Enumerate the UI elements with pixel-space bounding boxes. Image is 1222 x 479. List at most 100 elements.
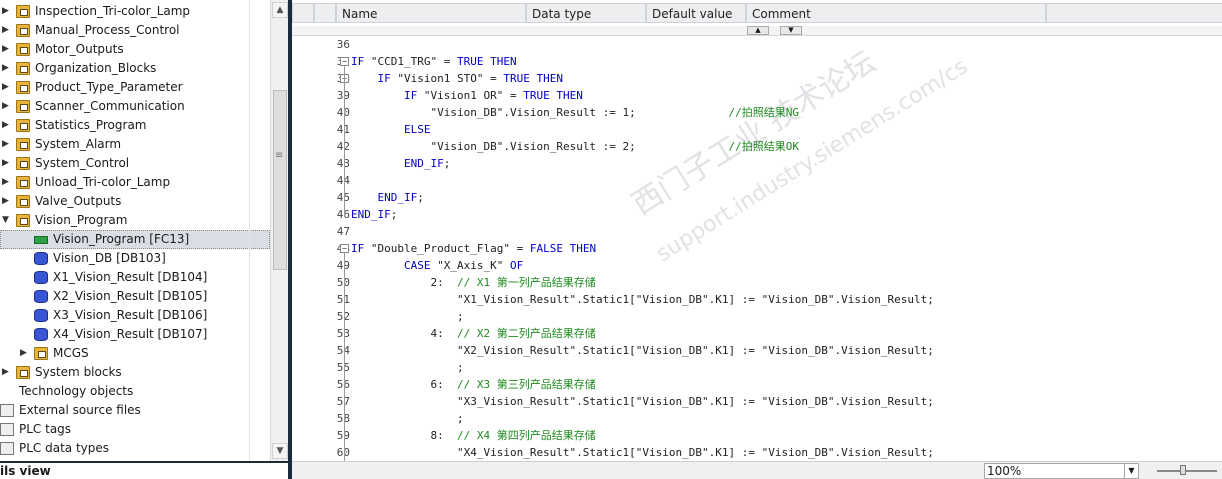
expand-toggle-icon[interactable]: ▶ (1, 40, 10, 59)
tree-item-label: Scanner_Communication (35, 99, 185, 113)
tree-item[interactable]: Vision_DB [DB103] (0, 249, 270, 268)
code-line[interactable]: ; (351, 308, 464, 325)
code-line[interactable]: 2: // X1 第一列产品结果存储 (351, 274, 595, 291)
expand-toggle-icon[interactable]: ▶ (1, 363, 10, 382)
tree-item[interactable]: ▶PLC tags (0, 420, 270, 439)
code-line[interactable]: IF "CCD1_TRG" = TRUE THEN (351, 53, 517, 70)
tree-item[interactable]: Technology objects (0, 382, 270, 401)
code-line[interactable]: END_IF; (351, 206, 397, 223)
folder-icon (16, 138, 30, 151)
tree-item[interactable]: ▶ Valve_Outputs (0, 192, 270, 211)
tree-item[interactable]: ▶ Scanner_Communication (0, 97, 270, 116)
code-line[interactable]: ; (351, 359, 464, 376)
expand-toggle-icon[interactable]: ▶ (1, 59, 10, 78)
code-line[interactable]: "X1_Vision_Result".Static1["Vision_DB".K… (351, 291, 934, 308)
column-comment[interactable]: Comment (746, 3, 1046, 23)
code-line[interactable]: ELSE (351, 121, 431, 138)
header-blank-cell (314, 3, 336, 23)
tree-item-label: Statistics_Program (35, 118, 147, 132)
zoom-select[interactable]: 100% ▼ (984, 463, 1139, 479)
tree-item[interactable]: X4_Vision_Result [DB107] (0, 325, 270, 344)
tree-item-label: X4_Vision_Result [DB107] (53, 327, 208, 341)
expand-toggle-icon[interactable]: ▶ (1, 192, 10, 211)
tree-item[interactable]: ▶ Inspection_Tri-color_Lamp (0, 2, 270, 21)
expand-toggle-icon[interactable]: ▶ (19, 344, 28, 363)
tree-item-label: External source files (19, 403, 141, 417)
data-block-icon (34, 290, 48, 303)
expand-toggle-icon[interactable]: ▶ (1, 135, 10, 154)
code-line[interactable]: 6: // X3 第三列产品结果存储 (351, 376, 595, 393)
code-line[interactable]: END_IF; (351, 189, 424, 206)
tree-item[interactable]: ▶ Unload_Tri-color_Lamp (0, 173, 270, 192)
code-line[interactable]: "X4_Vision_Result".Static1["Vision_DB".K… (351, 444, 934, 461)
tree-item-label: Valve_Outputs (35, 194, 122, 208)
expand-toggle-icon[interactable]: ▶ (1, 78, 10, 97)
project-tree: ▶ Inspection_Tri-color_Lamp ▶ Manual_Proces… (0, 0, 270, 461)
tree-item[interactable]: ▶ System_Alarm (0, 135, 270, 154)
code-line[interactable]: "X3_Vision_Result".Static1["Vision_DB".K… (351, 393, 934, 410)
code-line[interactable]: "Vision_DB".Vision_Result := 2; //拍照结果OK (351, 138, 799, 155)
zoom-slider-handle[interactable] (1180, 465, 1186, 475)
tree-item[interactable]: Vision_Program [FC13] (0, 230, 270, 249)
tree-item[interactable]: ▶ System_Control (0, 154, 270, 173)
tree-item[interactable]: X2_Vision_Result [DB105] (0, 287, 270, 306)
data-block-icon (34, 328, 48, 341)
tree-item[interactable]: ▶ MCGS (0, 344, 270, 363)
interface-splitter[interactable]: ▲ ▼ (292, 26, 1222, 36)
expand-toggle-icon[interactable]: ▶ (1, 97, 10, 116)
expand-toggle-icon[interactable]: ▼ (1, 211, 10, 230)
tree-item-label: Product_Type_Parameter (35, 80, 183, 94)
expand-down-icon[interactable]: ▼ (780, 26, 802, 35)
collapse-up-icon[interactable]: ▲ (747, 26, 769, 35)
line-number: 36 (336, 38, 350, 51)
scroll-up-icon[interactable]: ▲ (272, 2, 288, 18)
column-default-value[interactable]: Default value (646, 3, 746, 23)
expand-toggle-icon[interactable]: ▶ (1, 173, 10, 192)
tree-item-label: Unload_Tri-color_Lamp (35, 175, 171, 189)
tree-item-label: System_Alarm (35, 137, 122, 151)
tree-item-label: Organization_Blocks (35, 61, 157, 75)
column-name[interactable]: Name (336, 3, 526, 23)
tree-item[interactable]: ▶ Organization_Blocks (0, 59, 270, 78)
tree-item[interactable]: ▶ Statistics_Program (0, 116, 270, 135)
tree-item[interactable]: ▶ Product_Type_Parameter (0, 78, 270, 97)
tree-item-label: Technology objects (19, 384, 134, 398)
tree-item[interactable]: External source files (0, 401, 270, 420)
column-data-type[interactable]: Data type (526, 3, 646, 23)
code-line[interactable]: 8: // X4 第四列产品结果存储 (351, 427, 595, 444)
fold-toggle-icon[interactable]: − (340, 57, 349, 66)
scl-code-editor[interactable]: 3637383940414243444546474849505152535455… (292, 36, 1222, 461)
tree-item[interactable]: X1_Vision_Result [DB104] (0, 268, 270, 287)
expand-toggle-icon[interactable]: ▶ (1, 116, 10, 135)
scroll-thumb[interactable] (273, 90, 287, 270)
watermark-url: support.industry.siemens.com/cs (652, 54, 973, 268)
tree-item[interactable]: ▶ Manual_Process_Control (0, 21, 270, 40)
code-line[interactable]: END_IF; (351, 155, 450, 172)
code-line[interactable]: ; (351, 410, 464, 427)
header-blank-cell (292, 3, 314, 23)
chevron-down-icon[interactable]: ▼ (1124, 464, 1138, 478)
expand-toggle-icon[interactable]: ▶ (1, 2, 10, 21)
code-line[interactable]: "X2_Vision_Result".Static1["Vision_DB".K… (351, 342, 934, 359)
code-line[interactable]: IF "Double_Product_Flag" = FALSE THEN (351, 240, 596, 257)
code-line[interactable]: IF "Vision1 OR" = TRUE THEN (351, 87, 583, 104)
tree-item[interactable]: ▶ Motor_Outputs (0, 40, 270, 59)
tree-item[interactable]: ▼ Vision_Program (0, 211, 270, 230)
expand-toggle-icon[interactable]: ▶ (1, 154, 10, 173)
folder-icon (16, 366, 30, 379)
code-line[interactable]: IF "Vision1 STO" = TRUE THEN (351, 70, 563, 87)
code-line[interactable]: "Vision_DB".Vision_Result := 1; //拍照结果NG (351, 104, 799, 121)
tree-item[interactable]: ▶PLC data types (0, 439, 270, 458)
scroll-down-icon[interactable]: ▼ (272, 443, 288, 459)
tree-item[interactable]: ▶ System blocks (0, 363, 270, 382)
folder-icon (16, 195, 30, 208)
details-view-header[interactable]: ils view (0, 461, 288, 479)
tree-scrollbar[interactable]: ▲ ≡ ▼ (270, 0, 288, 461)
code-line[interactable]: 4: // X2 第二列产品结果存储 (351, 325, 595, 342)
zoom-slider-track[interactable] (1157, 470, 1217, 472)
code-line[interactable]: CASE "X_Axis_K" OF (351, 257, 523, 274)
zoom-value: 100% (987, 464, 1022, 478)
tree-item[interactable]: X3_Vision_Result [DB106] (0, 306, 270, 325)
fold-toggle-icon[interactable]: − (340, 244, 349, 253)
expand-toggle-icon[interactable]: ▶ (1, 21, 10, 40)
